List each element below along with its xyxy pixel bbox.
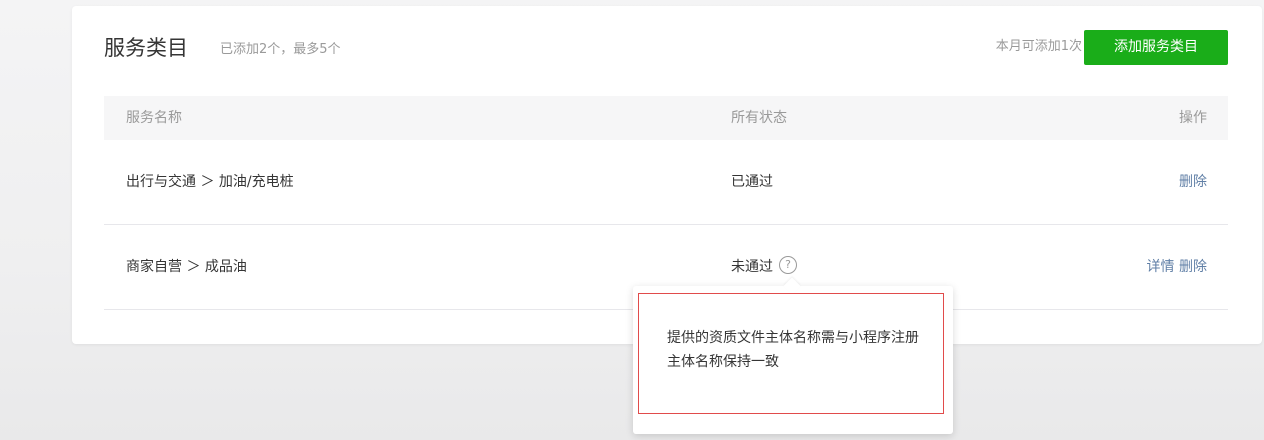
row-actions: 删除 <box>1179 140 1207 224</box>
service-category-table: 服务名称 所有状态 操作 出行与交通 ＞ 加油/充电桩 已通过 删除 商家自营 … <box>104 96 1228 310</box>
tooltip-highlight-box: 提供的资质文件主体名称需与小程序注册主体名称保持一致 <box>638 293 944 414</box>
add-service-category-button[interactable]: 添加服务类目 <box>1084 30 1228 65</box>
card-header: 服务类目 已添加2个，最多5个 本月可添加1次 添加服务类目 <box>104 30 1228 68</box>
delete-link[interactable]: 删除 <box>1179 174 1207 190</box>
row-actions: 详情 删除 <box>1147 225 1207 309</box>
service-status: 已通过 <box>731 174 773 190</box>
delete-link[interactable]: 删除 <box>1179 259 1207 275</box>
column-header-name: 服务名称 <box>126 110 182 126</box>
status-text: 未通过 <box>731 259 773 275</box>
category-count-text: 已添加2个，最多5个 <box>220 42 341 57</box>
monthly-quota-text: 本月可添加1次 <box>995 39 1082 54</box>
service-name: 商家自营 ＞ 成品油 <box>126 259 247 275</box>
service-name: 出行与交通 ＞ 加油/充电桩 <box>126 174 294 190</box>
column-header-actions: 操作 <box>1179 110 1207 126</box>
tooltip-text: 提供的资质文件主体名称需与小程序注册主体名称保持一致 <box>667 330 919 370</box>
table-row: 出行与交通 ＞ 加油/充电桩 已通过 删除 <box>104 140 1228 225</box>
table-header: 服务名称 所有状态 操作 <box>104 96 1228 140</box>
question-circle-icon[interactable]: ? <box>779 256 797 274</box>
rejection-reason-tooltip: 提供的资质文件主体名称需与小程序注册主体名称保持一致 <box>633 277 953 434</box>
column-header-status: 所有状态 <box>731 110 787 126</box>
page-title: 服务类目 <box>104 36 188 60</box>
details-link[interactable]: 详情 <box>1147 259 1175 275</box>
